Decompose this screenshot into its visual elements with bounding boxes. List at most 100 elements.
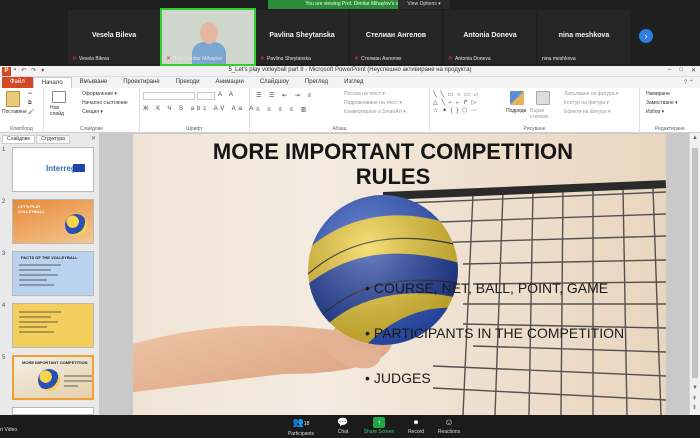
tab-transitions[interactable]: Преходи [168, 77, 208, 88]
slide-thumbnail[interactable]: 2 LET'S PLAY VOLLEYBALL [2, 199, 96, 247]
slide-number: 5 [2, 355, 6, 361]
shape-outline-button[interactable]: Контур на фигура ▾ [564, 100, 609, 106]
new-slide-icon[interactable] [52, 91, 66, 103]
slide-thumbnail-selected[interactable]: 5 MORE IMPORTANT COMPETITION [2, 355, 96, 403]
list-buttons[interactable]: ☰ ☰ ⇤ ⇥ ≡ [256, 92, 314, 99]
next-slide-icon[interactable]: ⇟ [692, 404, 697, 411]
window-title: 5_Let's play volleyball part II - Micros… [228, 67, 472, 73]
slide-thumbnail[interactable]: 3 FACTS OF THE VOLLEYBALL [2, 251, 96, 299]
help-icon[interactable]: ? ⌃ [684, 79, 694, 86]
bullet-item: • JUDGES [365, 370, 431, 386]
thumbnail-text: MORE IMPORTANT COMPETITION [22, 360, 88, 365]
participant-tile[interactable]: Antonia Doneva ✕ Antonia Doneva [444, 10, 536, 64]
shapes-gallery[interactable]: ╲ ╲ ▭ ○ ▭ ▱ △ ╲ ⌐ ⌐ ↱ ▷ ☆ ✦ { } ⬠ ⋯ [433, 91, 497, 115]
tab-view[interactable]: Изглед [336, 77, 371, 88]
font-family-select[interactable] [143, 92, 195, 100]
tab-slides[interactable]: Слайдове [2, 135, 36, 144]
font-format-buttons[interactable]: Ж К Ч S abc AV Aa A [143, 106, 256, 112]
align-text-button[interactable]: Подравняване на текст ▾ [344, 100, 402, 106]
participant-name: Стелиан Ангелов [365, 32, 427, 39]
font-group: A A Ж К Ч S abc AV Aa A Шрифт [140, 88, 253, 133]
participant-tile[interactable]: Стелиан Ангелов ✕ Стелиан Ангелов [350, 10, 442, 64]
participants-label: Participants [287, 431, 315, 437]
participants-count: 18 [303, 421, 310, 427]
layout-button[interactable]: Оформление ▾ [82, 91, 117, 97]
group-label: Редактиране [655, 126, 685, 132]
volleyball-image [38, 369, 60, 391]
tab-animations[interactable]: Анимации [208, 77, 252, 88]
thumbnail-preview: FACTS OF THE VOLLEYBALL [12, 251, 94, 296]
copy-icon[interactable]: ⧉ [28, 100, 32, 106]
thumbnail-preview: Interreg [12, 147, 94, 192]
reset-button[interactable]: Начално състояние [82, 100, 128, 106]
participant-tile-active-speaker[interactable]: ✕ Prof. Dimitar Mihaylov [160, 8, 256, 66]
slides-group: Нов слайд Оформление ▾ Начално състояние… [44, 88, 140, 133]
shape-effects-button[interactable]: Ефекти на фигура ▾ [564, 109, 611, 115]
participant-tile[interactable]: Vesela Bileva ✕ Vesela Bileva [68, 10, 160, 64]
slide-thumbnail[interactable]: 4 [2, 303, 96, 351]
share-screen-label: Share Screen [363, 429, 395, 435]
cut-icon[interactable]: ✂ [28, 91, 32, 97]
drawing-group: ╲ ╲ ▭ ○ ▭ ▱ △ ╲ ⌐ ⌐ ↱ ▷ ☆ ✦ { } ⬠ ⋯ Подред… [430, 88, 640, 133]
font-size-buttons[interactable]: A A [218, 92, 236, 98]
tab-review[interactable]: Преглед [297, 77, 336, 88]
ribbon-tabs: Файл Начало Вмъкване Проектиране Преходи… [0, 77, 700, 88]
slide-title: MORE IMPORTANT COMPETITION RULES [173, 139, 613, 189]
arrange-button[interactable]: Подреди [506, 108, 526, 114]
thumbnail-text: FACTS OF THE VOLLEYBALL [21, 255, 78, 260]
format-painter-icon[interactable]: 🖌 [28, 109, 34, 115]
bullet-item: • PARTICIPANTS IN THE COMPETITION [365, 325, 625, 341]
quick-styles-button[interactable]: Бързи стилове [530, 108, 556, 120]
tab-slideshow[interactable]: Слайдшоу [252, 77, 297, 88]
scroll-down-icon[interactable]: ▼ [692, 385, 698, 391]
tab-outline[interactable]: Структура [36, 135, 70, 144]
find-button[interactable]: Намиране [646, 91, 670, 97]
previous-slide-icon[interactable]: ⇞ [692, 395, 697, 402]
tab-file[interactable]: Файл [2, 77, 33, 88]
scrollbar-thumb[interactable] [692, 148, 698, 378]
participant-name: Pavlina Sheytanska [269, 32, 335, 39]
current-slide[interactable]: MORE IMPORTANT COMPETITION RULES • COURSE… [133, 134, 666, 415]
view-options-button[interactable]: View Options ▾ [398, 0, 450, 9]
reactions-button[interactable]: ☺ Reactions [424, 417, 474, 435]
new-slide-button[interactable]: Нов слайд [50, 105, 70, 117]
maximize-icon[interactable]: □ [679, 67, 683, 74]
slide-title-line: RULES [355, 164, 431, 189]
shape-fill-button[interactable]: Запълване на фигура ▾ [564, 91, 618, 97]
start-video-button[interactable]: rt Video [0, 427, 17, 433]
arrange-icon[interactable] [510, 91, 524, 105]
group-label: Слайдове [79, 126, 104, 132]
text-direction-button[interactable]: Посока на текст ▾ [344, 91, 385, 97]
paste-button[interactable]: Поставяне [2, 109, 27, 115]
slide-thumbnail[interactable] [2, 407, 96, 415]
microphone-muted-icon: ✕ [166, 56, 172, 62]
group-label: Рисуване [523, 126, 546, 132]
slide-number: 4 [2, 303, 6, 309]
paste-icon[interactable] [6, 91, 20, 107]
ribbon: Поставяне ✂ ⧉ 🖌 Клипборд Нов слайд Оформ… [0, 88, 700, 133]
bullet-text: JUDGES [373, 370, 431, 386]
slide-thumbnail[interactable]: 1 Interreg [2, 147, 96, 195]
tab-insert[interactable]: Вмъкване [72, 77, 116, 88]
chat-label: Chat [337, 429, 349, 435]
close-icon[interactable]: ✕ [691, 67, 696, 74]
slides-panel: Слайдове Структура ✕ 1 Interreg 2 LET'S … [0, 133, 100, 415]
scroll-up-icon[interactable]: ▲ [692, 135, 698, 141]
quick-styles-icon[interactable] [536, 91, 550, 105]
section-button[interactable]: Секция ▾ [82, 109, 103, 115]
replace-button[interactable]: Заместване ▾ [646, 100, 678, 106]
next-arrow-icon[interactable]: › [639, 29, 653, 43]
tab-home[interactable]: Начало [32, 77, 72, 88]
font-size-select[interactable] [197, 92, 215, 100]
tab-design[interactable]: Проектиране [115, 77, 167, 88]
smartart-button[interactable]: Конвертиране в SmartArt ▾ [344, 109, 406, 115]
vertical-scrollbar[interactable]: ▲ ▼ ⇞ ⇟ [689, 133, 700, 415]
zoom-gallery-strip: You are viewing Prof. Dimitar Mihaylov's… [0, 0, 700, 66]
select-button[interactable]: Избор ▾ [646, 109, 664, 115]
participant-tile[interactable]: Pavlina Sheytanska ✕ Pavlina Sheytanska [256, 10, 348, 64]
participant-tile[interactable]: nina meshkova nina meshkova [538, 10, 630, 64]
minimize-icon[interactable]: – [668, 67, 671, 74]
participant-label: Vesela Bileva [79, 55, 110, 62]
close-panel-icon[interactable]: ✕ [91, 135, 96, 142]
align-buttons[interactable]: ≡ ≡ ≡ ≡ ▥ [256, 106, 309, 113]
